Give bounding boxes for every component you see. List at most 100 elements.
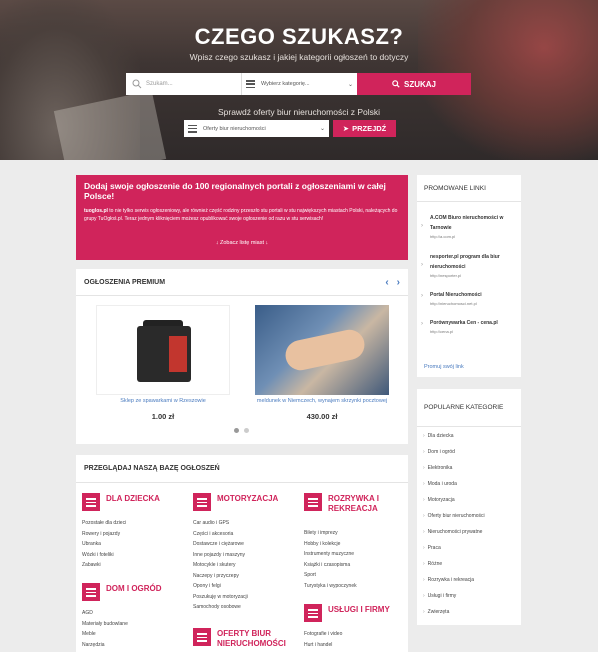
carousel-dot[interactable] — [244, 428, 249, 433]
popular-category-link[interactable]: › Oferty biur nieruchomości — [423, 513, 485, 519]
premium-item-title[interactable]: meldunek w Niemczech, wynajem skrzynki p… — [247, 398, 397, 404]
chevron-left-icon[interactable]: ‹ — [385, 277, 388, 288]
premium-item-image[interactable] — [96, 305, 230, 395]
subcategory-link[interactable]: Książki i czasopisma — [304, 560, 404, 571]
popular-category-label: Dla dziecka — [427, 433, 454, 439]
popular-categories-header: POPULARNE KATEGORIE — [417, 389, 521, 427]
subcategory-link[interactable]: Rowery i pojazdy — [82, 529, 182, 540]
office-select[interactable]: Oferty biur nieruchomości ⌄ — [184, 120, 329, 137]
subcategory-link[interactable]: Instrumenty muzyczne — [304, 549, 404, 560]
popular-category-label: Zwierzęta — [427, 609, 450, 615]
subcategory-link[interactable]: Dostawcze i ciężarowe — [193, 539, 297, 550]
search-button[interactable]: SZUKAJ — [357, 73, 471, 95]
promoted-links-header: PROMOWANE LINKI — [417, 175, 521, 202]
subcategory-link[interactable]: Zabawki — [82, 560, 182, 571]
subcategory-link[interactable]: Sport — [304, 570, 404, 581]
popular-category-label: Motoryzacja — [427, 497, 455, 503]
popular-category-link[interactable]: › Dom i ogród — [423, 449, 455, 455]
subcategory-link[interactable]: AGD — [82, 608, 182, 619]
popular-category-link[interactable]: › Moda i uroda — [423, 481, 457, 487]
subcategory-link[interactable]: Inne pojazdy i maszyny — [193, 550, 297, 561]
search-icon — [392, 80, 400, 88]
send-icon: ➤ — [342, 124, 350, 133]
subcategory-link[interactable]: Narzędzia — [82, 640, 182, 651]
search-input[interactable]: Szukam... — [126, 73, 242, 95]
promoted-link[interactable]: › Porównywarka Cen - cena.pl http://cena… — [421, 318, 517, 336]
popular-category-link[interactable]: › Praca — [423, 545, 441, 551]
subcategory-link[interactable]: Samochody osobowe — [193, 602, 297, 613]
popular-category-link[interactable]: › Motoryzacja — [423, 497, 455, 503]
category-title[interactable]: ROZRYWKA I REKREACJA — [328, 494, 404, 514]
subcategory-link[interactable]: Wózki i foteliki — [82, 550, 182, 561]
chevron-right-icon: › — [421, 321, 423, 327]
promoted-link-url: http://a.com.pl — [430, 234, 456, 239]
popular-categories-panel: POPULARNE KATEGORIE — [417, 389, 521, 625]
category-title[interactable]: OFERTY BIUR NIERUCHOMOŚCI — [217, 629, 297, 649]
promoted-link[interactable]: › Portal Nieruchomości http://nieruchomo… — [421, 290, 517, 308]
subcategory-link[interactable]: Car audio i GPS — [193, 518, 297, 529]
promoted-link[interactable]: › nesporter.pl program dla biur nierucho… — [421, 252, 517, 280]
subcategory-link[interactable]: Materiały budowlane — [82, 619, 182, 630]
subcategory-link[interactable]: Motocykle i skutery — [193, 560, 297, 571]
subcategory-link[interactable]: Poszukuję w motoryzacji — [193, 592, 297, 603]
search-placeholder: Szukam... — [146, 81, 173, 87]
carousel-dot[interactable] — [234, 428, 239, 433]
popular-category-link[interactable]: › Elektronika — [423, 465, 452, 471]
subcategory-link[interactable]: Bilety i imprezy — [304, 528, 404, 539]
category-title[interactable]: DOM I OGRÓD — [106, 584, 162, 594]
promoted-link-title[interactable]: nesporter.pl program dla biur nieruchomo… — [425, 252, 517, 272]
popular-category-link[interactable]: › Usługi i firmy — [423, 593, 456, 599]
carousel-arrows: ‹ › — [385, 277, 400, 288]
subcategory-link[interactable]: Fotografie i video — [304, 629, 404, 640]
subcategory-link[interactable]: Opony i felgi — [193, 581, 297, 592]
subcategory-link[interactable]: Naczepy i przyczepy — [193, 571, 297, 582]
city-list-link[interactable]: ↓ Zobacz listę miast ↓ — [76, 240, 408, 246]
category-select[interactable]: Wybierz kategorię... ⌄ — [242, 73, 357, 95]
premium-item-title[interactable]: Sklep ze spawarkami w Rzeszowie — [88, 398, 238, 404]
category-title[interactable]: MOTORYZACJA — [217, 494, 278, 504]
premium-header: OGŁOSZENIA PREMIUM — [84, 278, 166, 286]
list-icon — [193, 493, 211, 511]
category-title[interactable]: USŁUGI I FIRMY — [328, 605, 390, 615]
popular-category-label: Nieruchomości prywatne — [427, 529, 483, 535]
list-icon — [188, 124, 197, 133]
popular-category-link[interactable]: › Zwierzęta — [423, 609, 449, 615]
chevron-right-icon: › — [423, 513, 425, 519]
chevron-right-icon: › — [423, 593, 425, 599]
promoted-link[interactable]: › A.COM Biuro nieruchomości w Tarnowie h… — [421, 213, 517, 241]
premium-item-price: 1.00 zł — [151, 412, 175, 421]
search-bar: Szukam... Wybierz kategorię... ⌄ SZUKAJ — [126, 73, 471, 95]
promoted-link-title[interactable]: Porównywarka Cen - cena.pl — [425, 318, 517, 328]
list-icon — [304, 493, 322, 511]
handshake-image — [282, 327, 368, 373]
subcategory-link[interactable]: Ubranka — [82, 539, 182, 550]
promote-link-button[interactable]: Promuj swój link — [424, 364, 464, 370]
office-select-value: Oferty biur nieruchomości — [203, 125, 266, 132]
subcategory-link[interactable]: Meble — [82, 629, 182, 640]
promoted-link-title[interactable]: Portal Nieruchomości — [425, 290, 517, 300]
subcategory-link[interactable]: Pozostałe dla dzieci — [82, 518, 182, 529]
subcategory-link[interactable]: Hobby i kolekcje — [304, 539, 404, 550]
subcategory-link[interactable]: Turystyka i wypoczynek — [304, 581, 404, 592]
category-block: DLA DZIECKA Pozostałe dla dzieci Rowery … — [82, 493, 182, 571]
popular-category-link[interactable]: › Różne — [423, 561, 442, 567]
subcategory-link[interactable]: Części i akcesoria — [193, 529, 297, 540]
subcategory-link[interactable]: Hurt i handel — [304, 640, 404, 651]
popular-category-label: Oferty biur nieruchomości — [427, 513, 485, 519]
banner-body-text: to nie tylko serwis ogłoszeniowy, ale ró… — [84, 208, 398, 222]
popular-category-link[interactable]: › Dla dziecka — [423, 433, 454, 439]
chevron-right-icon[interactable]: › — [397, 277, 400, 288]
category-title[interactable]: DLA DZIECKA — [106, 494, 160, 504]
promoted-link-title[interactable]: A.COM Biuro nieruchomości w Tarnowie — [425, 213, 517, 233]
chevron-right-icon: › — [423, 577, 425, 583]
chevron-right-icon: › — [423, 561, 425, 567]
offices-text: Sprawdź oferty biur nieruchomości z Pols… — [217, 107, 381, 117]
popular-category-link[interactable]: › Rozrywka i rekreacja — [423, 577, 474, 583]
category-block: USŁUGI I FIRMY Fotografie i video Hurt i… — [304, 604, 404, 650]
popular-category-link[interactable]: › Nieruchomości prywatne — [423, 529, 482, 535]
list-icon — [304, 604, 322, 622]
chevron-right-icon: › — [423, 529, 425, 535]
go-button-label: PRZEJDŹ — [352, 124, 387, 133]
go-button[interactable]: ➤ PRZEJDŹ — [333, 120, 396, 137]
premium-item-image[interactable] — [255, 305, 389, 395]
